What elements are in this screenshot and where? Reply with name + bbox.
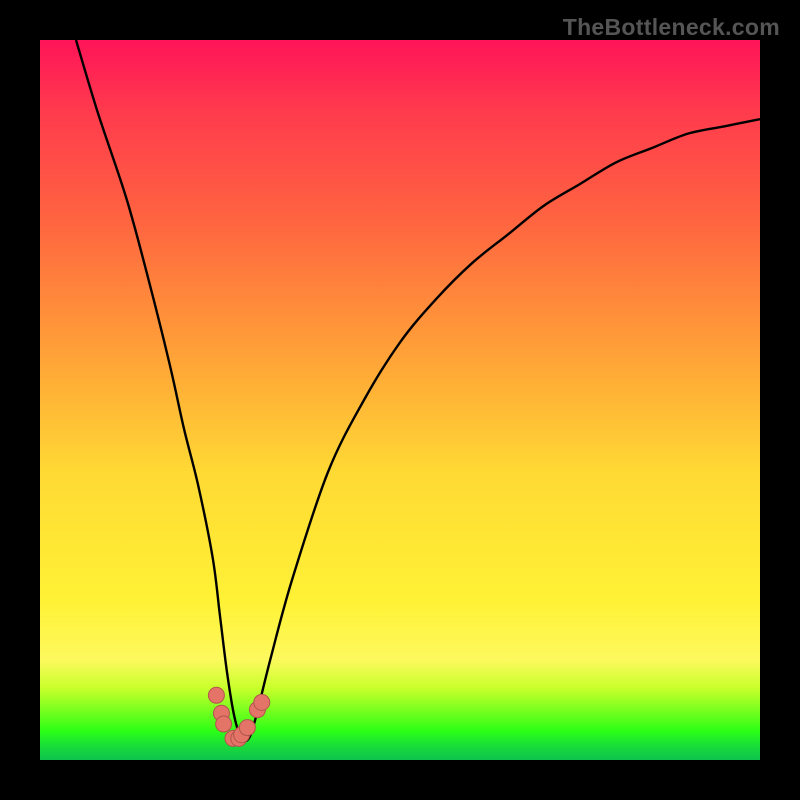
curve-overlay: [40, 40, 760, 760]
curve-marker: [239, 720, 255, 736]
watermark-text: TheBottleneck.com: [563, 14, 780, 41]
curve-marker: [216, 716, 232, 732]
curve-marker: [208, 687, 224, 703]
chart-frame: TheBottleneck.com: [0, 0, 800, 800]
curve-marker: [254, 694, 270, 710]
curve-markers: [208, 687, 269, 746]
plot-area: [40, 40, 760, 760]
bottleneck-curve: [76, 40, 760, 741]
